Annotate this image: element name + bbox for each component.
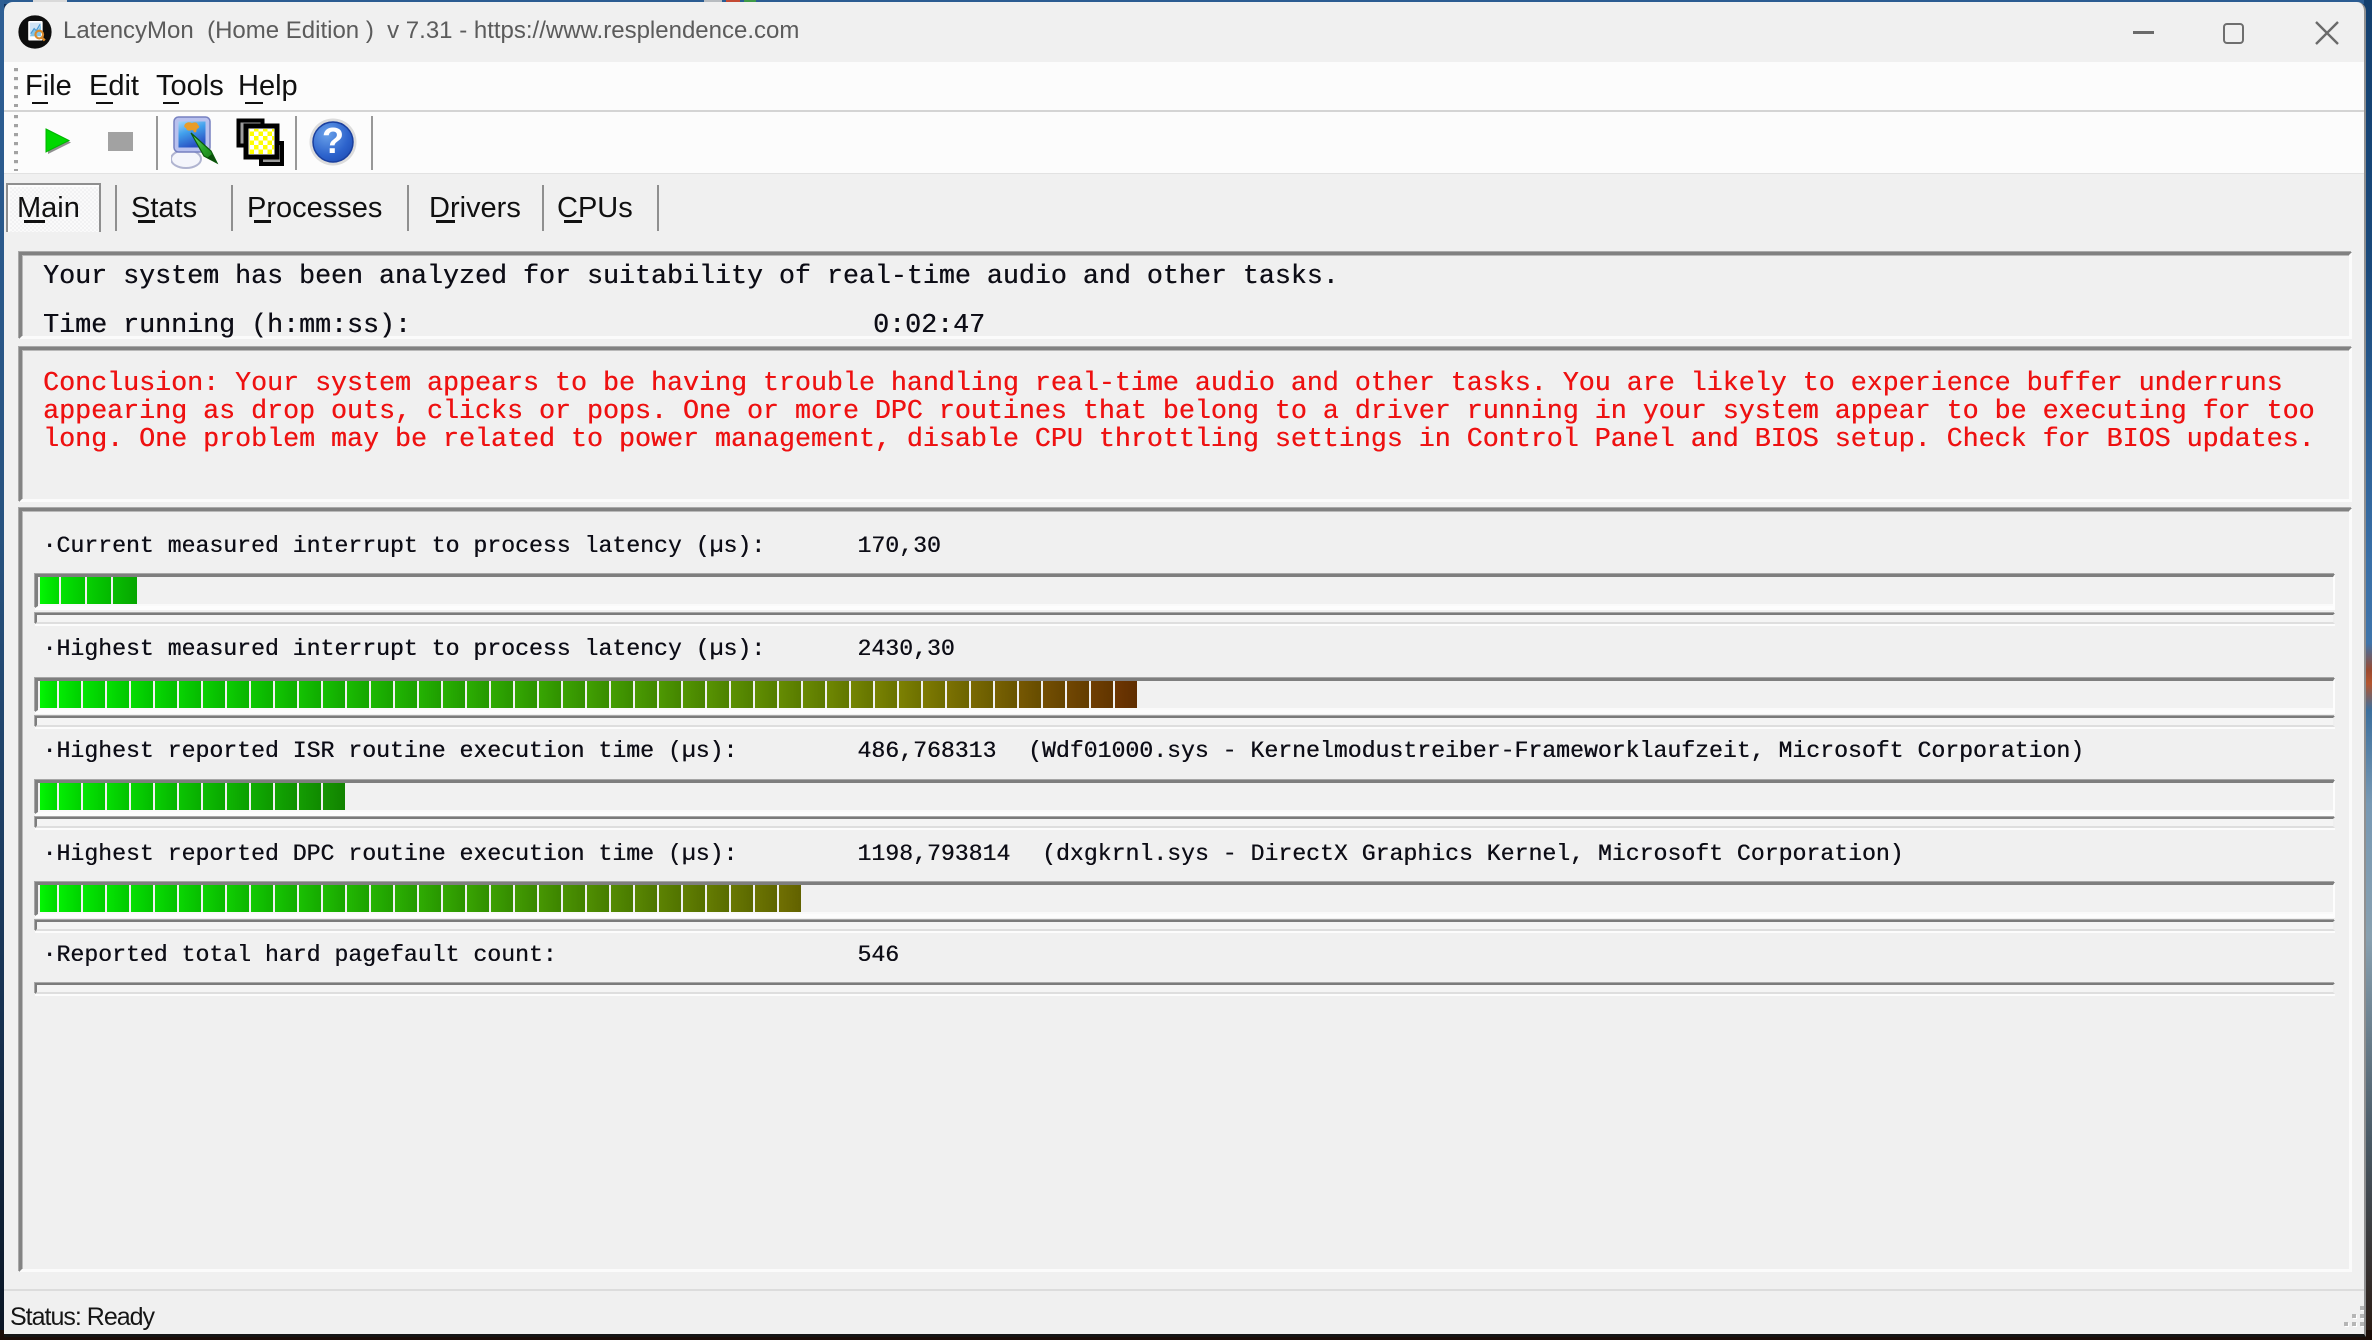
svg-text:?: ? bbox=[322, 120, 344, 161]
